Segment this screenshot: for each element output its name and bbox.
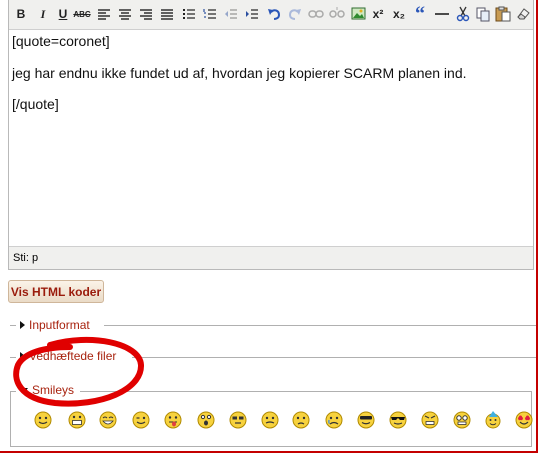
bold-button[interactable]: B (12, 5, 30, 23)
indent-button[interactable] (243, 5, 261, 23)
strikethrough-button[interactable]: ABC (73, 5, 91, 23)
copy-button[interactable] (474, 5, 492, 23)
bullet-list-icon (183, 9, 195, 19)
eraser-icon (516, 8, 530, 20)
paste-button[interactable] (494, 5, 512, 23)
link-icon (308, 10, 324, 18)
love-icon[interactable] (515, 411, 533, 429)
align-right-icon (140, 9, 152, 20)
fieldset-border-attachments-right (132, 357, 536, 358)
align-right-button[interactable] (137, 5, 155, 23)
scissors-icon (456, 6, 470, 22)
superscript-icon: x² (372, 7, 384, 21)
inputformat-label: Inputformat (29, 318, 90, 332)
editor-toolbar: B I U ABC x² x₂ “ (9, 0, 533, 30)
content-line-quote-close: [/quote] (12, 96, 59, 112)
unlink-icon (329, 7, 345, 18)
outdent-icon (225, 9, 237, 19)
align-justify-icon (161, 9, 173, 20)
cool-icon[interactable] (229, 411, 247, 429)
unlink-button[interactable] (328, 5, 346, 23)
subscript-icon: x₂ (392, 7, 405, 21)
worried-icon[interactable] (292, 411, 310, 429)
show-html-button[interactable]: Vis HTML koder (8, 280, 104, 303)
superscript-button[interactable]: x² (369, 5, 387, 23)
party-icon[interactable] (484, 411, 502, 429)
outdent-button[interactable] (222, 5, 240, 23)
insert-image-button[interactable] (349, 5, 367, 23)
undo-button[interactable] (265, 5, 283, 23)
tongue-icon[interactable] (164, 411, 182, 429)
align-center-icon (119, 9, 131, 20)
editor-content-area[interactable]: [quote=coronet] jeg har endnu ikke funde… (9, 30, 533, 246)
underline-button[interactable]: U (54, 5, 72, 23)
underline-icon: U (58, 7, 68, 21)
blockquote-button[interactable]: “ (411, 2, 429, 25)
surprised-icon[interactable] (197, 411, 215, 429)
horizontal-rule-icon (435, 13, 449, 15)
content-line-quote-open: [quote=coronet] (12, 33, 110, 49)
quote-icon: “ (415, 2, 425, 25)
shades-icon[interactable] (389, 411, 407, 429)
strikethrough-icon: ABC (73, 9, 91, 19)
bullet-list-button[interactable] (180, 5, 198, 23)
align-justify-button[interactable] (158, 5, 176, 23)
paste-icon (495, 6, 511, 22)
align-left-button[interactable] (95, 5, 113, 23)
confused-icon[interactable] (261, 411, 279, 429)
undo-icon (268, 9, 281, 20)
content-line-text: jeg har endnu ikke fundet ud af, hvordan… (12, 65, 467, 81)
align-center-button[interactable] (116, 5, 134, 23)
annotation-circle (13, 336, 145, 407)
editor-status-path: Sti: p (9, 246, 533, 269)
bold-icon: B (16, 7, 26, 21)
rich-text-editor: B I U ABC x² x₂ “ [quote=coronet] jeg ha… (8, 0, 534, 270)
remove-format-button[interactable] (514, 5, 532, 23)
crying-icon[interactable] (325, 411, 343, 429)
nerd-icon[interactable] (453, 411, 471, 429)
sunglasses-icon[interactable] (357, 411, 375, 429)
cut-button[interactable] (454, 5, 472, 23)
fieldset-border-inputformat-left (10, 325, 16, 326)
italic-icon: I (40, 6, 46, 21)
collapsible-inputformat[interactable]: Inputformat (18, 318, 92, 332)
indent-icon (246, 9, 258, 19)
numbered-list-button[interactable] (201, 5, 219, 23)
link-button[interactable] (307, 5, 325, 23)
image-icon (351, 7, 365, 20)
horizontal-rule-button[interactable] (433, 5, 451, 23)
angry-icon[interactable] (421, 411, 439, 429)
numbered-list-icon (203, 9, 216, 19)
expand-triangle-icon (20, 321, 25, 329)
italic-button[interactable]: I (34, 5, 52, 23)
subscript-button[interactable]: x₂ (390, 5, 408, 23)
fieldset-border-inputformat-right (104, 325, 536, 326)
copy-icon (476, 7, 489, 21)
align-left-icon (98, 9, 110, 20)
redo-button[interactable] (286, 5, 304, 23)
redo-icon (288, 9, 301, 20)
